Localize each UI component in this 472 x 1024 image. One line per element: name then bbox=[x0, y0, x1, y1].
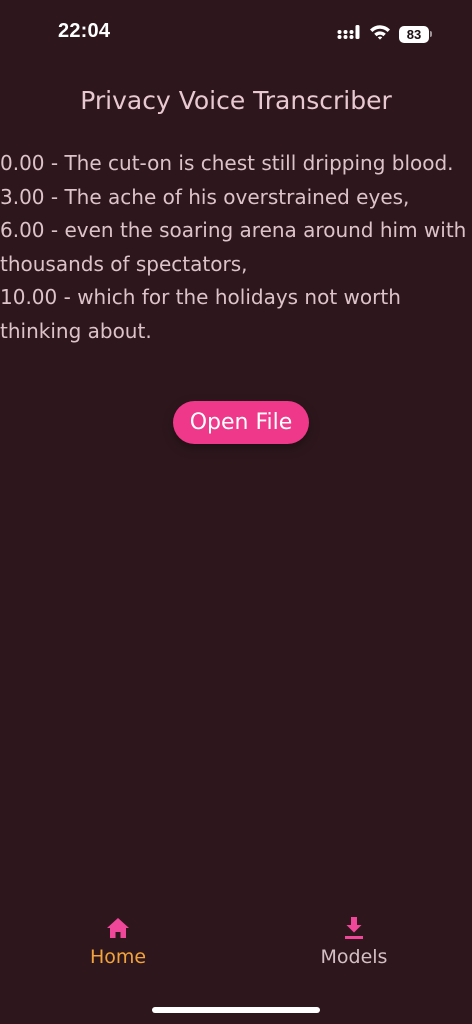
transcript-line: 6.00 - even the soaring arena around him… bbox=[0, 218, 467, 276]
home-icon bbox=[105, 916, 131, 940]
status-icons: 83 bbox=[337, 24, 432, 44]
nav-item-models[interactable]: Models bbox=[284, 905, 424, 981]
battery-tip bbox=[430, 31, 432, 37]
transcript-line: 3.00 - The ache of his overstrained eyes… bbox=[0, 184, 410, 209]
transcript-line: 10.00 - which for the holidays not worth… bbox=[0, 285, 401, 343]
open-file-button[interactable]: Open File bbox=[173, 401, 309, 444]
nav-item-home[interactable]: Home bbox=[48, 905, 188, 981]
bottom-nav: Home Models bbox=[0, 905, 472, 985]
signal-icon bbox=[337, 24, 361, 44]
home-indicator[interactable] bbox=[152, 1007, 320, 1013]
battery-icon: 83 bbox=[399, 25, 432, 43]
nav-label-home: Home bbox=[89, 946, 147, 968]
transcript: 0.00 - The cut-on is chest still drippin… bbox=[0, 147, 470, 349]
status-time: 22:04 bbox=[58, 20, 111, 42]
battery-level: 83 bbox=[399, 25, 429, 43]
download-icon bbox=[341, 916, 367, 940]
wifi-icon bbox=[369, 24, 391, 44]
status-bar: 22:04 83 bbox=[0, 0, 472, 68]
nav-label-models: Models bbox=[320, 946, 388, 968]
page-title: Privacy Voice Transcriber bbox=[80, 86, 392, 115]
transcript-line: 0.00 - The cut-on is chest still drippin… bbox=[0, 151, 454, 175]
